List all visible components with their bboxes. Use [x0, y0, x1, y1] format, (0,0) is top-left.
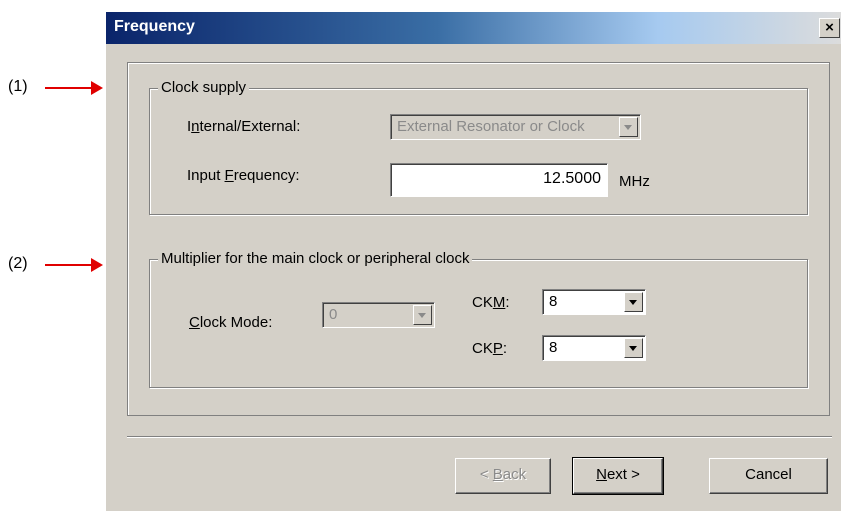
arrow-right-icon [45, 258, 103, 272]
frequency-unit: MHz [619, 173, 650, 190]
window-title: Frequency [114, 18, 195, 35]
arrow-right-icon [45, 81, 103, 95]
annotation-2: (2) [8, 255, 28, 272]
clock-supply-group: Clock supply Internal/External: External… [149, 79, 808, 215]
cancel-button[interactable]: Cancel [709, 458, 828, 494]
ckp-select[interactable]: 8 [542, 335, 646, 361]
internal-external-value: External Resonator or Clock [397, 118, 585, 135]
clock-mode-label: Clock Mode: [189, 314, 273, 331]
ckm-select[interactable]: 8 [542, 289, 646, 315]
close-icon[interactable]: × [819, 18, 840, 38]
separator [127, 436, 832, 438]
chevron-down-icon[interactable] [624, 292, 643, 312]
annotation-1: (1) [8, 78, 28, 95]
next-button[interactable]: Next > [572, 457, 664, 495]
chevron-down-icon[interactable] [624, 338, 643, 358]
multiplier-group: Multiplier for the main clock or periphe… [149, 250, 808, 388]
multiplier-legend: Multiplier for the main clock or periphe… [158, 250, 473, 267]
input-frequency-field[interactable]: 12.5000 [390, 163, 608, 197]
ckm-value: 8 [549, 293, 558, 310]
ckp-label: CKP: [472, 340, 508, 357]
input-frequency-label: Input Frequency: [187, 167, 300, 184]
chevron-down-icon[interactable] [413, 305, 432, 325]
settings-panel: Clock supply Internal/External: External… [127, 62, 830, 416]
clock-mode-select[interactable]: 0 [322, 302, 435, 328]
ckp-value: 8 [549, 339, 558, 356]
input-frequency-value: 12.5000 [543, 170, 601, 187]
ckm-label: CKM: [472, 294, 510, 311]
frequency-dialog: Frequency × Clock supply Internal/Extern… [105, 12, 841, 511]
back-button[interactable]: < Back [455, 458, 551, 494]
internal-external-select[interactable]: External Resonator or Clock [390, 114, 641, 140]
clock-supply-legend: Clock supply [158, 79, 250, 96]
clock-mode-value: 0 [329, 306, 338, 323]
chevron-down-icon[interactable] [619, 117, 638, 137]
internal-external-label: Internal/External: [187, 118, 301, 135]
title-bar: Frequency × [106, 12, 841, 44]
